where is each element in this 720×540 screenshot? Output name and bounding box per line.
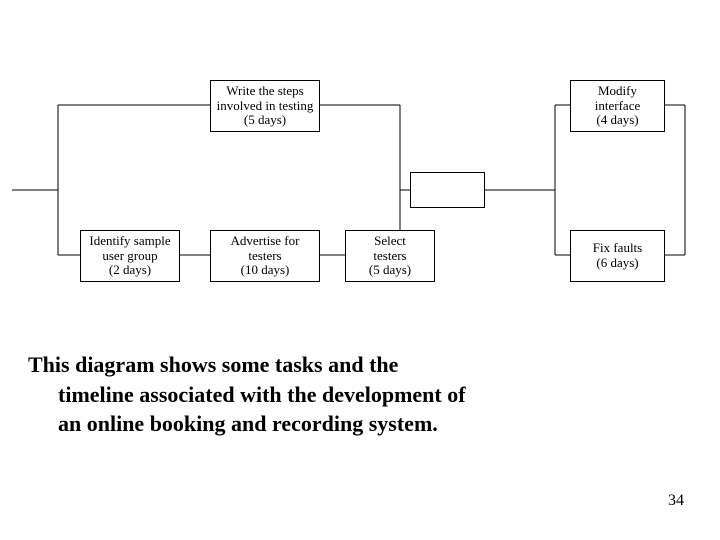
slide: Write the steps involved in testing (5 d…: [0, 0, 720, 540]
task-label: interface: [595, 99, 640, 114]
task-label: user group: [102, 249, 157, 264]
task-label: Select: [374, 234, 406, 249]
task-label: involved in testing: [217, 99, 314, 114]
task-label: testers: [248, 249, 281, 264]
caption-line: timeline associated with the development…: [28, 380, 692, 410]
task-fix-faults: Fix faults (6 days): [570, 230, 665, 282]
task-duration: (4 days): [596, 113, 638, 128]
task-select-testers: Select testers (5 days): [345, 230, 435, 282]
task-advertise: Advertise for testers (10 days): [210, 230, 320, 282]
caption-text: This diagram shows some tasks and the ti…: [28, 350, 692, 439]
task-label: Fix faults: [593, 241, 642, 256]
caption-line: This diagram shows some tasks and the: [28, 352, 398, 377]
caption-line: an online booking and recording system.: [28, 409, 692, 439]
task-duration: (5 days): [369, 263, 411, 278]
task-label: testers: [373, 249, 406, 264]
task-duration: (5 days): [244, 113, 286, 128]
page-number: 34: [668, 492, 684, 510]
task-label: Write the steps: [226, 84, 303, 99]
task-duration: (2 days): [109, 263, 151, 278]
task-label: Identify sample: [89, 234, 170, 249]
task-identify-group: Identify sample user group (2 days): [80, 230, 180, 282]
task-duration: (10 days): [241, 263, 290, 278]
task-write-steps: Write the steps involved in testing (5 d…: [210, 80, 320, 132]
task-label: Modify: [598, 84, 637, 99]
task-blank: [410, 172, 485, 208]
task-duration: (6 days): [596, 256, 638, 271]
task-modify-interface: Modify interface (4 days): [570, 80, 665, 132]
task-label: Advertise for: [231, 234, 300, 249]
